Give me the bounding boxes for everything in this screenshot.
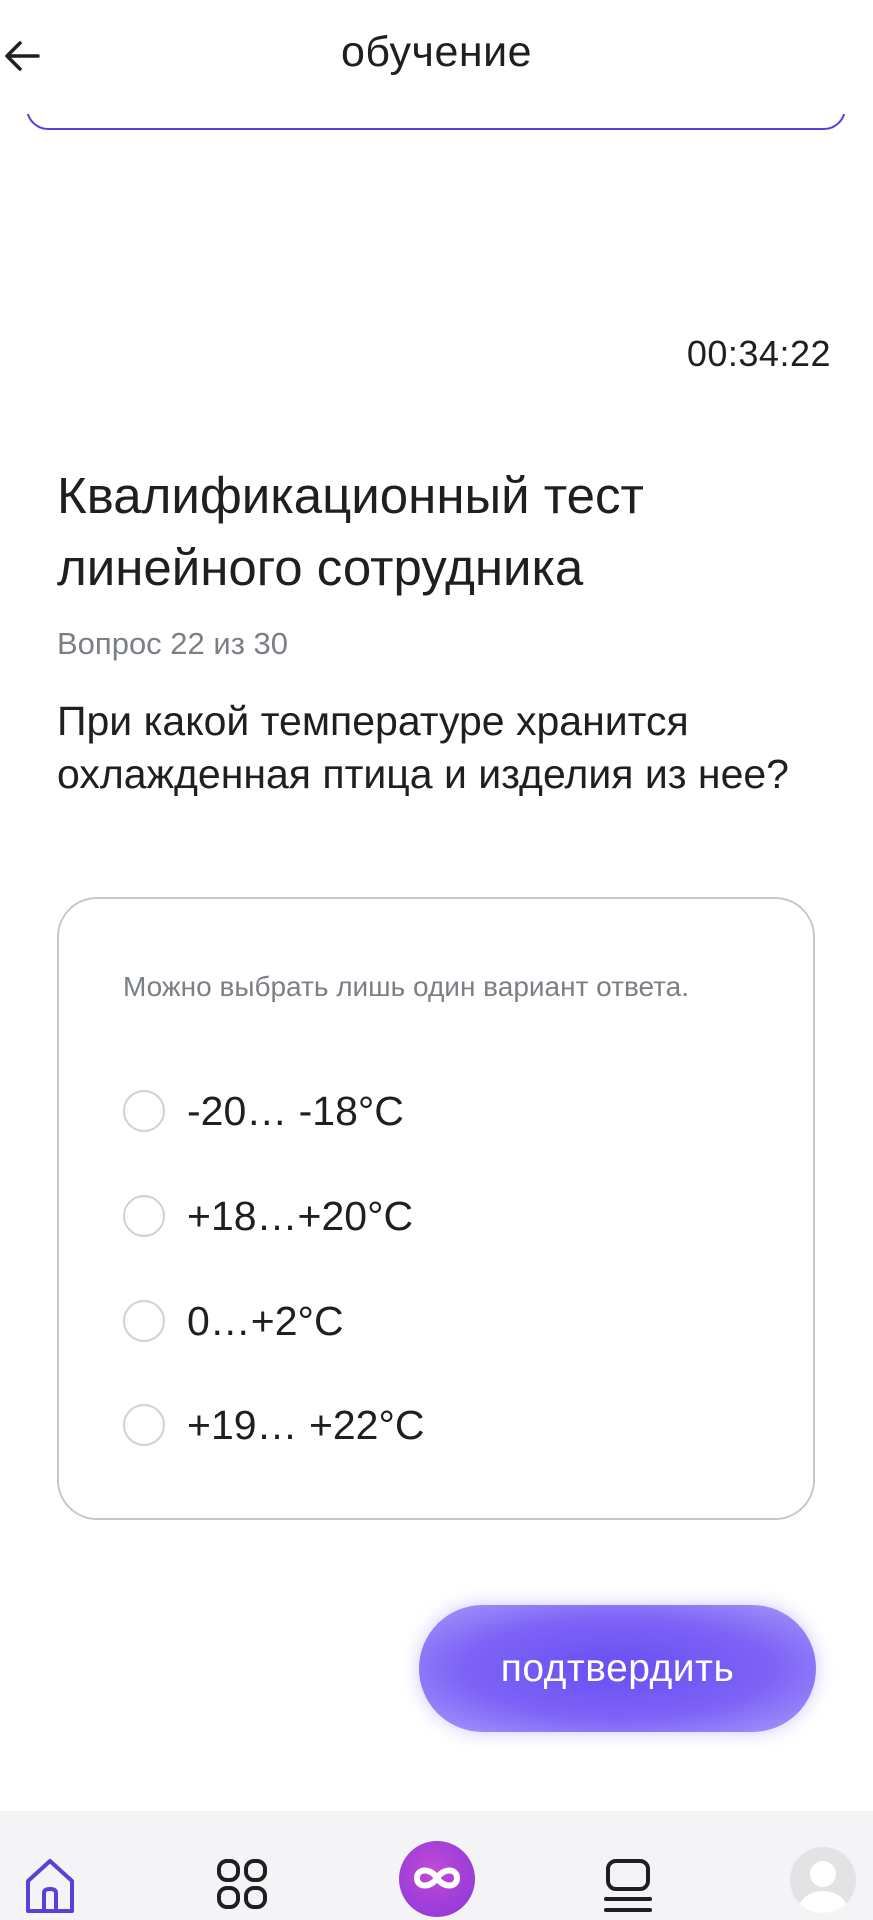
question-text: При какой температуре хранится охлажденн… (57, 698, 789, 797)
answer-option-label: +19… +22°C (187, 1401, 425, 1448)
countdown-timer: 00:34:22 (686, 333, 831, 374)
test-title: Квалификационный тест линейного сотрудни… (57, 467, 644, 596)
screen: обучение 00:34:22 Квалификационный тест … (0, 0, 873, 1920)
infinity-icon (413, 1867, 461, 1889)
answer-option-label: +18…+20°C (187, 1192, 414, 1239)
nav-center[interactable] (399, 1841, 475, 1917)
answer-option-2[interactable]: +18…+20°C (123, 1188, 723, 1244)
page-title: обучение (340, 28, 533, 76)
avatar (790, 1847, 856, 1913)
nav-feed[interactable] (600, 1855, 656, 1915)
answer-option-3[interactable]: 0…+2°C (123, 1293, 723, 1349)
radio-button-icon[interactable] (123, 1300, 165, 1342)
nav-profile[interactable] (790, 1847, 856, 1913)
header-mask (20, 80, 860, 114)
radio-button-icon[interactable] (123, 1195, 165, 1237)
answer-option-4[interactable]: +19… +22°C (123, 1397, 723, 1453)
center-action (399, 1841, 475, 1917)
bottom-navigation (0, 1811, 873, 1920)
nav-catalog[interactable] (214, 1855, 270, 1915)
answer-card: Можно выбрать лишь один вариант ответа. … (57, 897, 815, 1520)
question-counter: Вопрос 22 из 30 (57, 626, 289, 661)
header: обучение (0, 0, 873, 130)
radio-button-icon[interactable] (123, 1404, 165, 1446)
answer-option-label: 0…+2°C (187, 1297, 344, 1344)
answer-option-1[interactable]: -20… -18°C (123, 1083, 723, 1139)
answer-option-label: -20… -18°C (187, 1087, 404, 1134)
radio-button-icon[interactable] (123, 1090, 165, 1132)
home-icon (26, 1859, 74, 1913)
confirm-button[interactable]: подтвердить (419, 1605, 816, 1732)
avatar-icon (799, 1861, 847, 1913)
feed-icon (604, 1859, 652, 1912)
grid-icon (217, 1859, 267, 1909)
nav-home[interactable] (22, 1855, 78, 1915)
answer-hint: Можно выбрать лишь один вариант ответа. (123, 971, 690, 1002)
